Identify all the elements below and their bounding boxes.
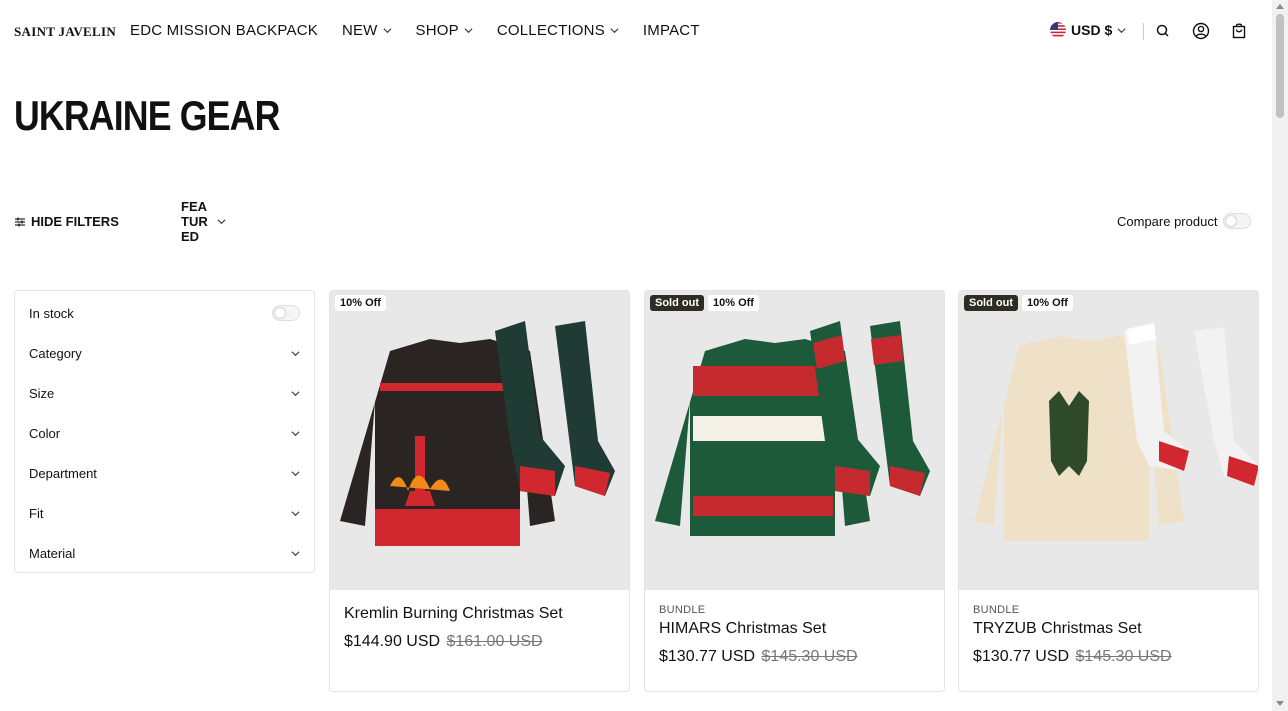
badge-group: 10% Off	[335, 295, 386, 311]
filter-label: Size	[29, 385, 55, 401]
product-vendor: BUNDLE	[973, 604, 1020, 616]
nav-item-shop[interactable]: SHOP	[416, 22, 473, 39]
compare-label: Compare product	[1117, 213, 1218, 229]
currency-label: USD $	[1071, 22, 1113, 38]
chevron-down-icon	[291, 510, 300, 516]
filter-label: Material	[29, 545, 76, 561]
page-title: UKRAINE GEAR	[14, 92, 280, 139]
header-divider	[1143, 23, 1144, 40]
chevron-down-icon	[610, 28, 619, 34]
product-price: $144.90 USD $161.00 USD	[344, 633, 615, 651]
scroll-up-icon[interactable]	[1276, 4, 1284, 9]
scroll-thumb[interactable]	[1276, 14, 1284, 118]
site-header: SAINT JAVELIN EDC MISSION BACKPACK NEW S…	[0, 0, 1272, 62]
cart-icon[interactable]	[1230, 22, 1248, 40]
discount-badge: 10% Off	[1022, 295, 1073, 311]
site-logo[interactable]: SAINT JAVELIN	[14, 24, 116, 40]
scroll-down-icon[interactable]	[1276, 701, 1284, 706]
search-icon[interactable]	[1154, 22, 1172, 40]
filter-label: Fit	[29, 505, 44, 521]
nav-item-new[interactable]: NEW	[342, 22, 392, 39]
discount-badge: 10% Off	[708, 295, 759, 311]
filter-label: Category	[29, 345, 82, 361]
badge-group: Sold out 10% Off	[964, 295, 1073, 311]
sweater-socks-illustration	[340, 321, 615, 546]
compare-at-price: $145.30 USD	[1075, 648, 1172, 665]
chevron-down-icon	[217, 219, 226, 225]
page-scrollbar[interactable]	[1272, 0, 1288, 711]
filter-label: In stock	[29, 305, 74, 321]
in-stock-toggle[interactable]	[272, 305, 300, 321]
filter-department[interactable]: Department	[15, 453, 314, 493]
filter-label: Color	[29, 425, 61, 441]
filter-material[interactable]: Material	[15, 533, 314, 573]
sweater-socks-illustration	[655, 321, 930, 536]
product-title[interactable]: HIMARS Christmas Set	[659, 620, 930, 638]
compare-product: Compare product	[1117, 213, 1252, 229]
chevron-down-icon	[383, 28, 392, 34]
hide-filters-label: HIDE FILTERS	[31, 214, 119, 229]
product-price: $130.77 USD $145.30 USD	[973, 648, 1244, 666]
sold-out-badge: Sold out	[964, 295, 1018, 311]
sort-label: FEATURED	[181, 199, 208, 244]
compare-at-price: $161.00 USD	[446, 633, 543, 650]
filter-category[interactable]: Category	[15, 333, 314, 373]
sale-price: $130.77 USD	[973, 648, 1070, 665]
main-nav: EDC MISSION BACKPACK NEW SHOP COLLECTION…	[130, 22, 700, 39]
sale-price: $130.77 USD	[659, 648, 756, 665]
chevron-down-icon	[291, 550, 300, 556]
sold-out-badge: Sold out	[650, 295, 704, 311]
compare-at-price: $145.30 USD	[761, 648, 858, 665]
product-price: $130.77 USD $145.30 USD	[659, 648, 930, 666]
filters-panel: In stock Category Size Color Department …	[14, 290, 315, 573]
nav-item-edc-backpack[interactable]: EDC MISSION BACKPACK	[130, 22, 318, 39]
account-icon[interactable]	[1192, 22, 1210, 40]
sort-dropdown[interactable]: FEATURED	[181, 199, 226, 244]
compare-toggle[interactable]	[1223, 213, 1252, 229]
flag-us-icon	[1050, 22, 1066, 38]
filter-fit[interactable]: Fit	[15, 493, 314, 533]
sweater-socks-illustration	[974, 323, 1258, 541]
product-card[interactable]: Sold out 10% Off BUNDLE TRYZUB Christmas…	[958, 290, 1259, 692]
filter-sliders-icon	[15, 217, 25, 226]
chevron-down-icon	[291, 390, 300, 396]
product-title[interactable]: Kremlin Burning Christmas Set	[344, 605, 615, 623]
product-vendor: BUNDLE	[659, 604, 706, 616]
nav-item-collections[interactable]: COLLECTIONS	[497, 22, 619, 39]
product-image[interactable]: Sold out 10% Off	[645, 291, 944, 590]
filter-color[interactable]: Color	[15, 413, 314, 453]
badge-group: Sold out 10% Off	[650, 295, 759, 311]
product-card[interactable]: Sold out 10% Off BUNDLE HIMARS Christmas…	[644, 290, 945, 692]
chevron-down-icon	[291, 350, 300, 356]
hide-filters-button[interactable]: HIDE FILTERS	[14, 214, 119, 229]
discount-badge: 10% Off	[335, 295, 386, 311]
filter-size[interactable]: Size	[15, 373, 314, 413]
chevron-down-icon	[464, 28, 473, 34]
nav-item-impact[interactable]: IMPACT	[643, 22, 700, 39]
product-card[interactable]: 10% Off Kremlin Burning Christmas Set $1…	[329, 290, 630, 692]
sale-price: $144.90 USD	[344, 633, 441, 650]
filter-in-stock[interactable]: In stock	[15, 293, 314, 333]
currency-selector[interactable]: USD $	[1050, 22, 1126, 38]
product-image[interactable]: Sold out 10% Off	[959, 291, 1258, 590]
filter-label: Department	[29, 465, 97, 481]
chevron-down-icon	[291, 430, 300, 436]
chevron-down-icon	[1117, 27, 1126, 33]
product-image[interactable]: 10% Off	[330, 291, 629, 590]
chevron-down-icon	[291, 470, 300, 476]
product-title[interactable]: TRYZUB Christmas Set	[973, 620, 1244, 638]
